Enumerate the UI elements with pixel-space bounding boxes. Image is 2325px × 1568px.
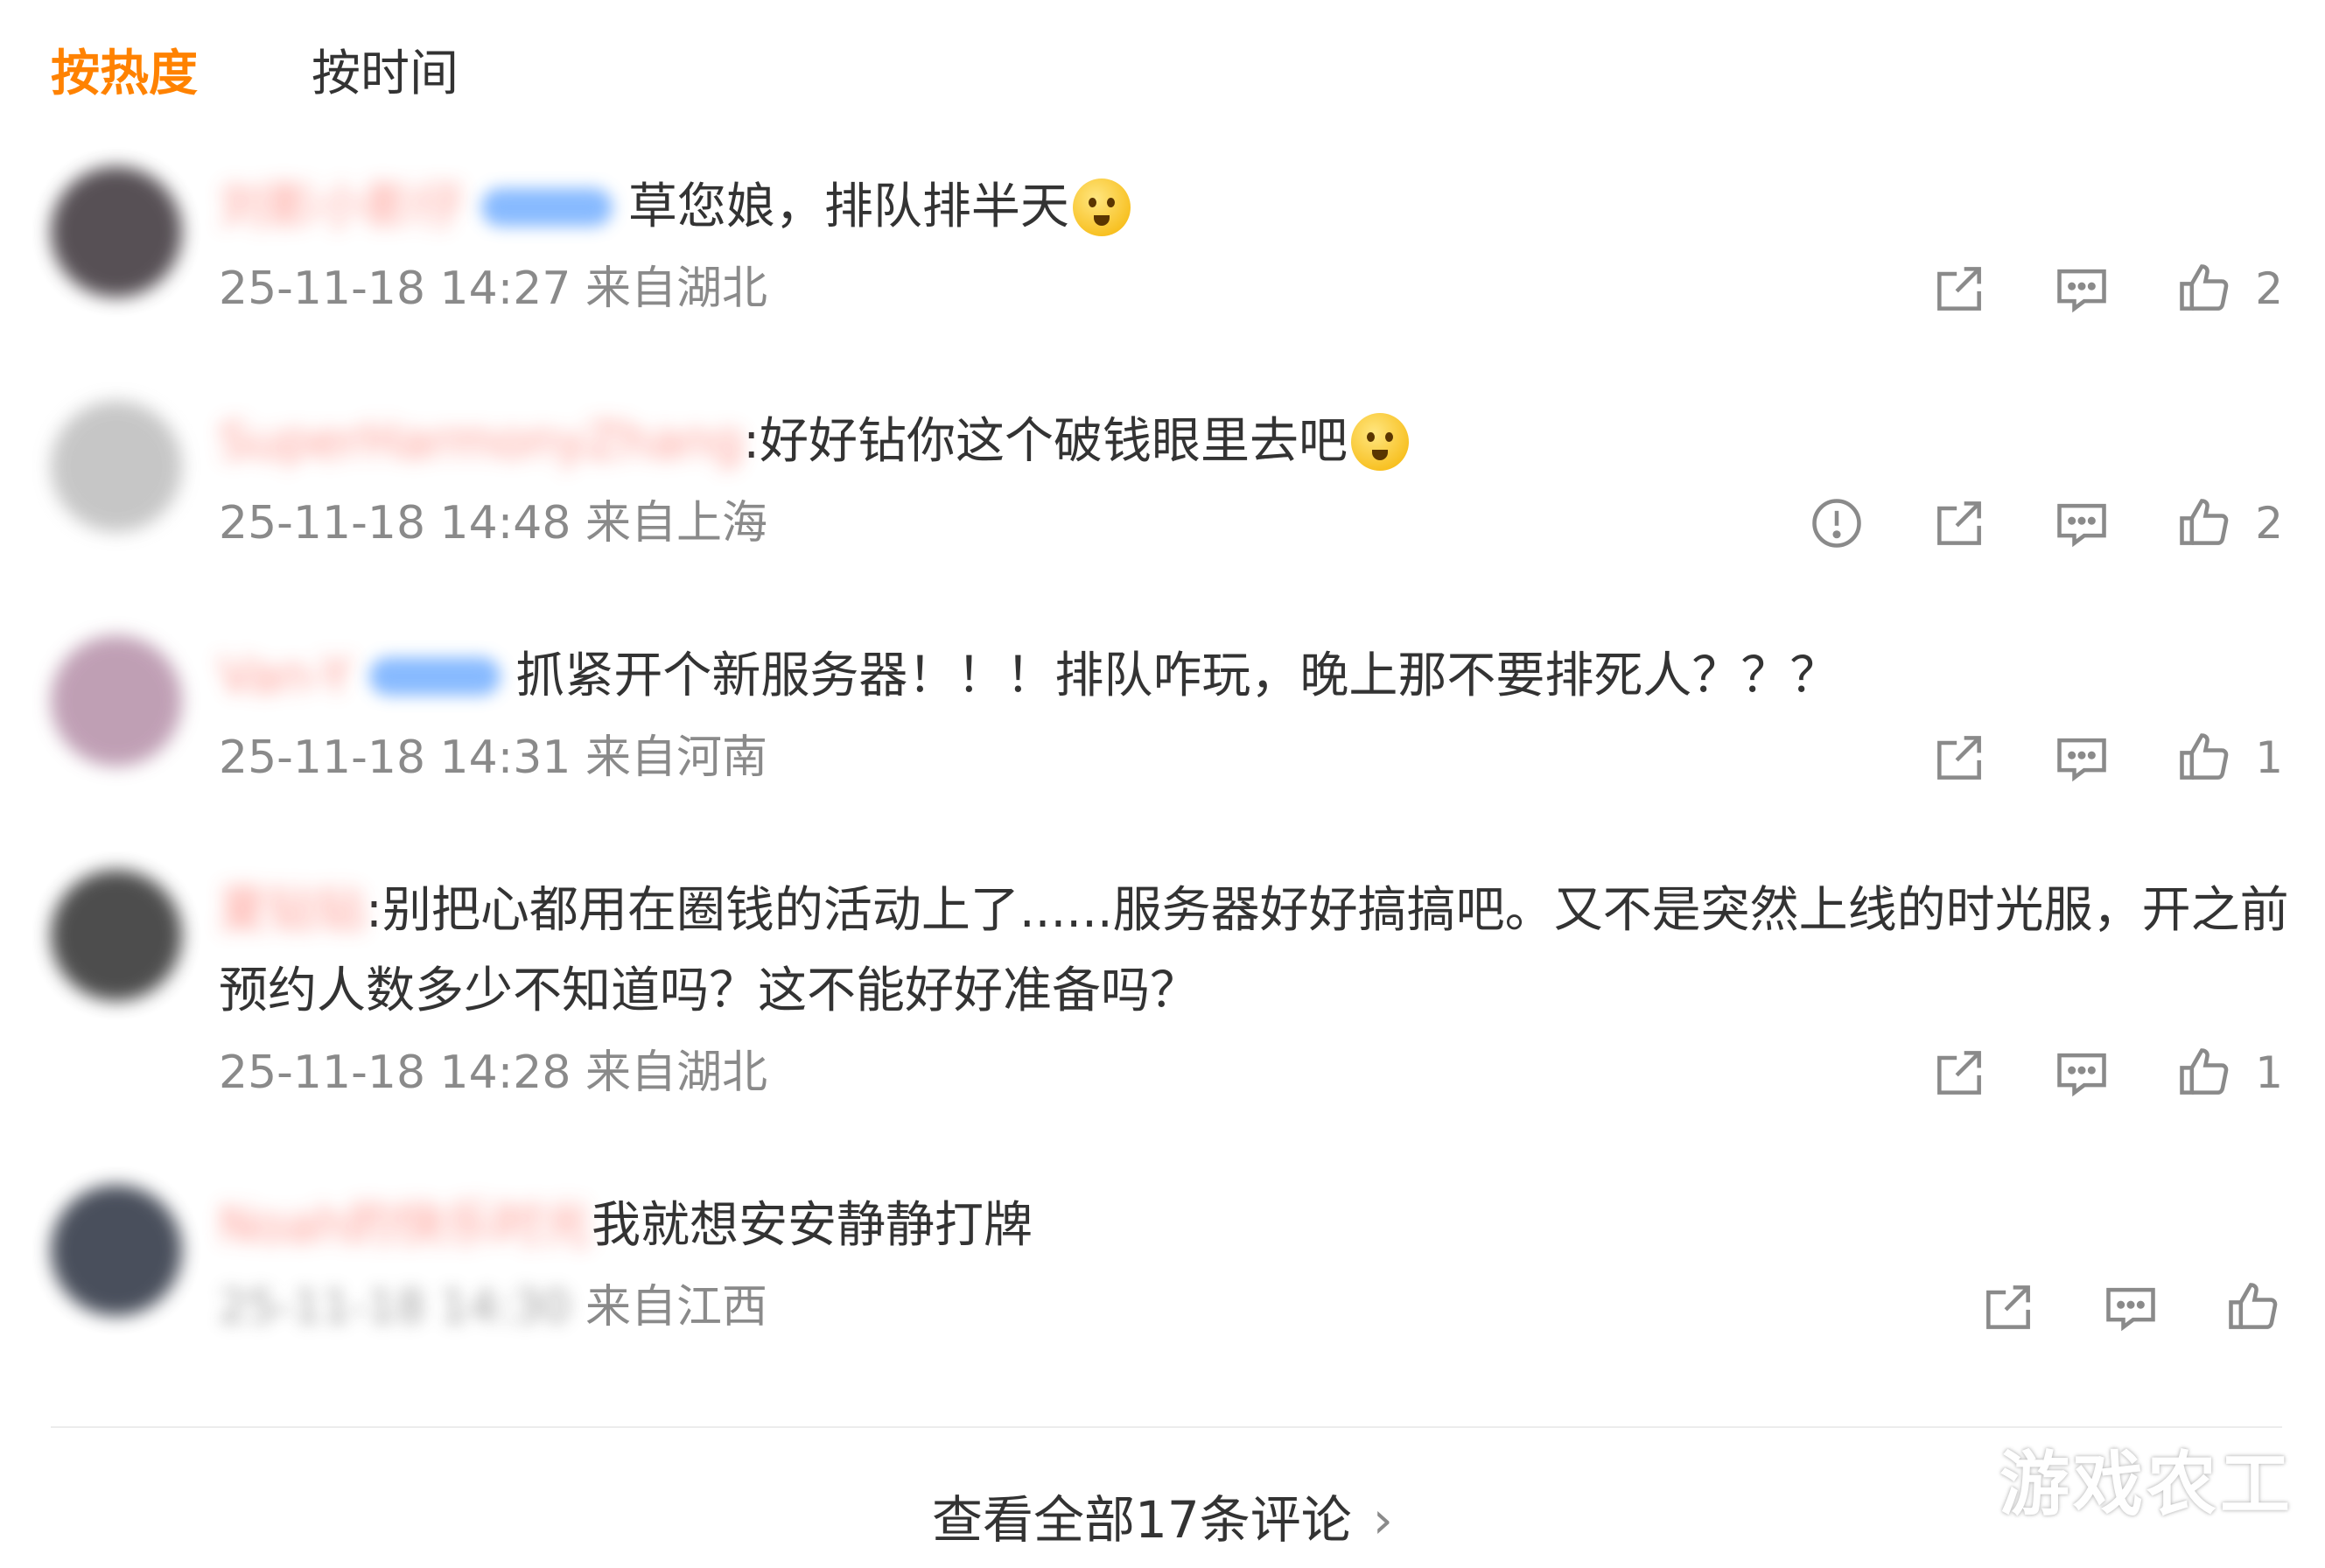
divider bbox=[51, 1426, 2282, 1428]
comment-location: 来自湖北 bbox=[585, 262, 767, 315]
comment-actions: 1 bbox=[1929, 728, 2283, 788]
like-button[interactable]: 2 bbox=[2174, 259, 2283, 318]
share-icon[interactable] bbox=[1929, 728, 1989, 788]
report-icon[interactable] bbox=[1807, 494, 1866, 553]
comment-meta: 25-11-18 14:27 来自湖北 bbox=[219, 261, 767, 317]
comment-meta: 25-11-18 14:28 来自湖北 bbox=[219, 1045, 767, 1101]
comment-timestamp: 25-11-18 14:28 bbox=[219, 1046, 571, 1099]
username[interactable]: 刘影小影仔 bbox=[219, 176, 464, 239]
username[interactable]: SuperHarmonyZhang bbox=[219, 410, 743, 473]
comment-text: 我就想安安静静打牌 bbox=[591, 1196, 1033, 1254]
thumbs-up-icon[interactable] bbox=[2174, 494, 2234, 553]
chevron-right-icon: › bbox=[1372, 1490, 1393, 1550]
comment-actions: 2 bbox=[1807, 494, 2283, 553]
view-all-label: 查看全部17条评论 bbox=[931, 1490, 1352, 1550]
comment-actions: 2 bbox=[1929, 259, 2283, 318]
avatar[interactable] bbox=[51, 635, 182, 766]
sort-tabs: 按热度 按时间 bbox=[51, 35, 459, 114]
comment-location: 来自河南 bbox=[585, 732, 767, 784]
comment-text: :好好钻你这个破钱眼里去吧 bbox=[743, 412, 1348, 470]
angry-emoji-icon bbox=[1072, 178, 1131, 236]
comment-body: 夏钻钻:别把心都用在圈钱的活动上了......服务器好好搞搞吧。又不是突然上线的… bbox=[219, 877, 2289, 942]
laughing-emoji-icon bbox=[1351, 412, 1410, 471]
comment-location: 来自湖北 bbox=[585, 1046, 767, 1099]
comment-timestamp: 25-11-18 14:48 bbox=[219, 497, 571, 550]
avatar[interactable] bbox=[51, 166, 182, 298]
like-count: 2 bbox=[2255, 263, 2283, 314]
avatar[interactable] bbox=[51, 870, 182, 1001]
comment-meta: 25-11-18 14:48 来自上海 bbox=[219, 495, 767, 551]
like-count: 1 bbox=[2255, 732, 2283, 783]
like-button[interactable]: 2 bbox=[2174, 494, 2283, 553]
comment-actions: 1 bbox=[1929, 1043, 2283, 1102]
comment-actions bbox=[1978, 1278, 2283, 1337]
comment-text: 预约人数多少不知道吗？这不能好好准备吗？ bbox=[219, 962, 1199, 1019]
comment-body: Van-Y 抓紧开个新服务器！！！排队咋玩，晚上那不要排死人？？？ bbox=[219, 642, 1838, 708]
comment-icon[interactable] bbox=[2052, 494, 2111, 553]
comment-icon[interactable] bbox=[2052, 728, 2111, 788]
comment-location: 来自上海 bbox=[585, 497, 767, 550]
like-count: 2 bbox=[2255, 498, 2283, 549]
share-icon[interactable] bbox=[1929, 1043, 1989, 1102]
avatar[interactable] bbox=[51, 1185, 182, 1316]
comment-meta: 25-11-18 14:30 来自江西 bbox=[219, 1279, 767, 1335]
comment-timestamp: 25-11-18 14:31 bbox=[219, 732, 571, 784]
thumbs-up-icon[interactable] bbox=[2174, 1043, 2234, 1102]
comment-body: Noah的快乐时光我就想安安静静打牌 bbox=[219, 1192, 1033, 1257]
like-button[interactable] bbox=[2223, 1278, 2283, 1337]
view-all-comments-link[interactable]: 查看全部17条评论 › bbox=[0, 1479, 2325, 1552]
tab-sort-by-time[interactable]: 按时间 bbox=[312, 35, 459, 114]
comment-icon[interactable] bbox=[2052, 259, 2111, 318]
comment-body: SuperHarmonyZhang:好好钻你这个破钱眼里去吧 bbox=[219, 408, 1410, 473]
watermark: 游戏农工 bbox=[1999, 1444, 2293, 1525]
avatar[interactable] bbox=[51, 401, 182, 532]
like-button[interactable]: 1 bbox=[2174, 1043, 2283, 1102]
share-icon[interactable] bbox=[1978, 1278, 2038, 1337]
share-icon[interactable] bbox=[1929, 494, 1989, 553]
comment-meta: 25-11-18 14:31 来自河南 bbox=[219, 730, 767, 786]
username[interactable]: Van-Y bbox=[219, 645, 352, 708]
username[interactable]: 夏钻钻 bbox=[219, 879, 366, 942]
thumbs-up-icon[interactable] bbox=[2174, 259, 2234, 318]
like-button[interactable]: 1 bbox=[2174, 728, 2283, 788]
username[interactable]: Noah的快乐时光 bbox=[219, 1194, 592, 1257]
share-icon[interactable] bbox=[1929, 259, 1989, 318]
comment-icon[interactable] bbox=[2052, 1043, 2111, 1102]
user-badge bbox=[368, 656, 501, 696]
thumbs-up-icon[interactable] bbox=[2223, 1278, 2283, 1337]
comment-text: 抓紧开个新服务器！！！排队咋玩，晚上那不要排死人？？？ bbox=[515, 647, 1839, 704]
comment-timestamp: 25-11-18 14:30 bbox=[219, 1281, 571, 1334]
comment-body: 刘影小影仔 草您娘，排队排半天 bbox=[219, 173, 1131, 239]
user-badge bbox=[481, 187, 613, 227]
thumbs-up-icon[interactable] bbox=[2174, 728, 2234, 788]
comment-body-continued: 预约人数多少不知道吗？这不能好好准备吗？ bbox=[219, 957, 1199, 1023]
comment-timestamp: 25-11-18 14:27 bbox=[219, 262, 571, 315]
like-count: 1 bbox=[2255, 1047, 2283, 1098]
comment-location: 来自江西 bbox=[585, 1281, 767, 1334]
tab-sort-by-hot[interactable]: 按热度 bbox=[51, 35, 198, 114]
comment-text: :别把心都用在圈钱的活动上了......服务器好好搞搞吧。又不是突然上线的时光服… bbox=[366, 881, 2289, 939]
comment-icon[interactable] bbox=[2101, 1278, 2160, 1337]
comment-text: 草您娘，排队排半天 bbox=[627, 178, 1069, 235]
